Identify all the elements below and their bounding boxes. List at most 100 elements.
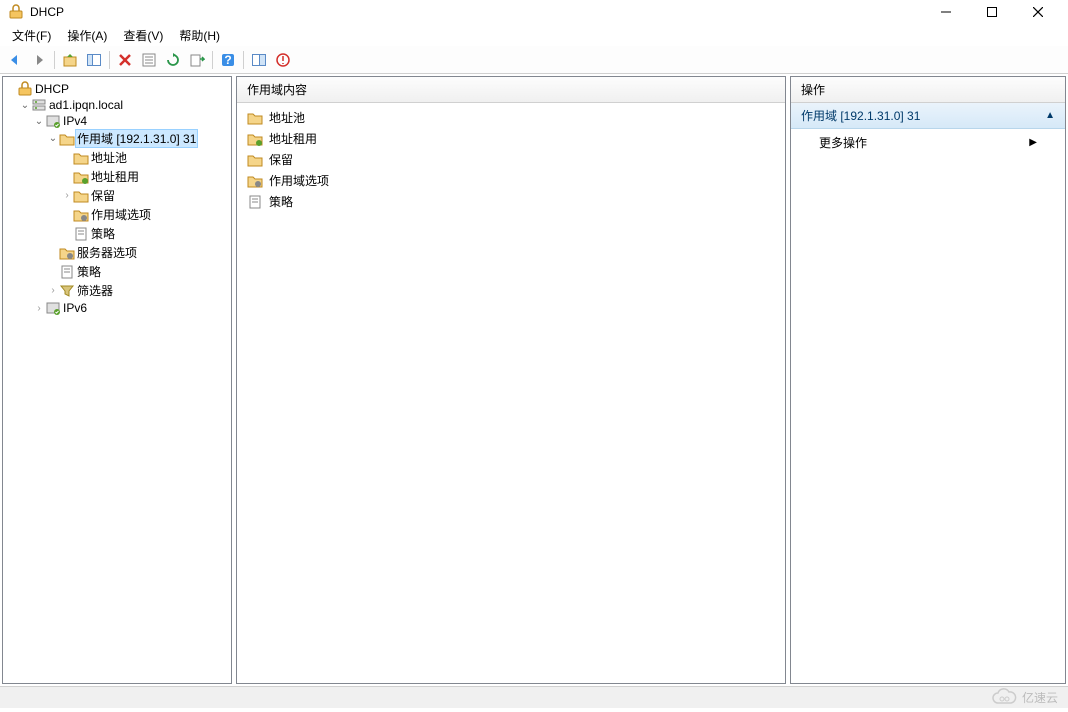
titlebar: DHCP [0, 0, 1068, 24]
expander-icon [5, 83, 17, 95]
filter-icon [59, 283, 75, 299]
list-item-label: 地址租用 [269, 130, 317, 147]
refresh-button[interactable] [162, 49, 184, 71]
tree-ipv6[interactable]: IPv6 [61, 300, 89, 316]
window-title: DHCP [30, 5, 932, 19]
help-button[interactable]: ? [217, 49, 239, 71]
actions-more-label: 更多操作 [819, 134, 867, 151]
folder-icon [247, 152, 263, 168]
chevron-down-icon[interactable]: ⌄ [19, 99, 31, 111]
list-header[interactable]: 作用域内容 [237, 77, 785, 103]
folder-icon [73, 150, 89, 166]
list-item-addr-pool[interactable]: 地址池 [239, 107, 783, 128]
stop-button[interactable] [272, 49, 294, 71]
properties-button[interactable] [138, 49, 160, 71]
policy-icon [247, 194, 263, 210]
tree-policies[interactable]: 策略 [89, 224, 117, 243]
tree-root[interactable]: DHCP [33, 81, 71, 97]
tree-scope[interactable]: 作用域 [192.1.31.0] 31 [75, 129, 198, 148]
watermark: 亿速云 [990, 688, 1058, 706]
up-button[interactable] [59, 49, 81, 71]
folder-icon [59, 131, 75, 147]
actions-subtitle-label: 作用域 [192.1.31.0] 31 [801, 107, 920, 124]
menu-help[interactable]: 帮助(H) [171, 25, 228, 46]
menu-action[interactable]: 操作(A) [59, 25, 115, 46]
tree-pane[interactable]: DHCP ⌄ ad1.ipqn.local ⌄ IPv4 ⌄ 作用域 [192.… [2, 76, 232, 684]
show-hide-tree-button[interactable] [83, 49, 105, 71]
close-button[interactable] [1024, 2, 1052, 22]
list-item-reservations[interactable]: 保留 [239, 149, 783, 170]
maximize-button[interactable] [978, 2, 1006, 22]
list-pane: 作用域内容 地址池 地址租用 保留 作用域选项 策略 [236, 76, 786, 684]
list-item-scope-options[interactable]: 作用域选项 [239, 170, 783, 191]
actions-subtitle[interactable]: 作用域 [192.1.31.0] 31 ▲ [791, 103, 1065, 129]
folder-gear-icon [59, 245, 75, 261]
separator [212, 51, 213, 69]
menu-view[interactable]: 查看(V) [115, 25, 171, 46]
tree-addr-leases[interactable]: 地址租用 [89, 167, 141, 186]
separator [109, 51, 110, 69]
forward-button[interactable] [28, 49, 50, 71]
server-icon [31, 97, 47, 113]
folder-gear-icon [73, 207, 89, 223]
actions-header: 操作 [791, 77, 1065, 103]
expander-icon [61, 209, 73, 221]
folder-icon [247, 110, 263, 126]
policy-icon [73, 226, 89, 242]
chevron-right-icon[interactable]: › [47, 285, 59, 297]
expander-icon [61, 228, 73, 240]
chevron-down-icon[interactable]: ⌄ [33, 115, 45, 127]
export-button[interactable] [186, 49, 208, 71]
tree-server-options[interactable]: 服务器选项 [75, 243, 139, 262]
tree-scope-options[interactable]: 作用域选项 [89, 205, 153, 224]
watermark-text: 亿速云 [1022, 689, 1058, 706]
folder-gear-icon [247, 173, 263, 189]
window-controls [932, 2, 1060, 22]
list-item-label: 地址池 [269, 109, 305, 126]
list-body: 地址池 地址租用 保留 作用域选项 策略 [237, 103, 785, 216]
list-item-policies[interactable]: 策略 [239, 191, 783, 212]
menubar: 文件(F) 操作(A) 查看(V) 帮助(H) [0, 24, 1068, 46]
list-item-addr-leases[interactable]: 地址租用 [239, 128, 783, 149]
folder-icon [73, 169, 89, 185]
app-icon [8, 4, 24, 20]
menu-file[interactable]: 文件(F) [4, 25, 59, 46]
statusbar [0, 686, 1068, 708]
back-button[interactable] [4, 49, 26, 71]
tree-ipv4[interactable]: IPv4 [61, 113, 89, 129]
list-item-label: 保留 [269, 151, 293, 168]
cloud-icon [990, 688, 1018, 706]
folder-icon [73, 188, 89, 204]
collapse-icon[interactable]: ▲ [1045, 110, 1055, 121]
policy-icon [59, 264, 75, 280]
ipv4-icon [45, 113, 61, 129]
ipv6-icon [45, 300, 61, 316]
expander-icon [47, 247, 59, 259]
chevron-right-icon[interactable]: › [61, 190, 73, 202]
delete-button[interactable] [114, 49, 136, 71]
folder-icon [247, 131, 263, 147]
expander-icon [61, 171, 73, 183]
expander-icon [47, 266, 59, 278]
chevron-down-icon[interactable]: ⌄ [47, 133, 59, 145]
tree-addr-pool[interactable]: 地址池 [89, 148, 129, 167]
tree-filters[interactable]: 筛选器 [75, 281, 115, 300]
dhcp-icon [17, 81, 33, 97]
tree-reservations[interactable]: 保留 [89, 186, 117, 205]
svg-text:?: ? [224, 53, 231, 67]
content-area: DHCP ⌄ ad1.ipqn.local ⌄ IPv4 ⌄ 作用域 [192.… [0, 74, 1068, 686]
tree-server[interactable]: ad1.ipqn.local [47, 97, 125, 113]
separator [243, 51, 244, 69]
toolbar: ? [0, 46, 1068, 74]
tree-policies-server[interactable]: 策略 [75, 262, 103, 281]
actions-pane: 操作 作用域 [192.1.31.0] 31 ▲ 更多操作 ▶ [790, 76, 1066, 684]
separator [54, 51, 55, 69]
expander-icon [61, 152, 73, 164]
list-item-label: 策略 [269, 193, 293, 210]
actions-more[interactable]: 更多操作 ▶ [791, 129, 1065, 156]
chevron-right-icon[interactable]: › [33, 302, 45, 314]
chevron-right-icon: ▶ [1029, 137, 1037, 148]
list-item-label: 作用域选项 [269, 172, 329, 189]
minimize-button[interactable] [932, 2, 960, 22]
view-split-button[interactable] [248, 49, 270, 71]
